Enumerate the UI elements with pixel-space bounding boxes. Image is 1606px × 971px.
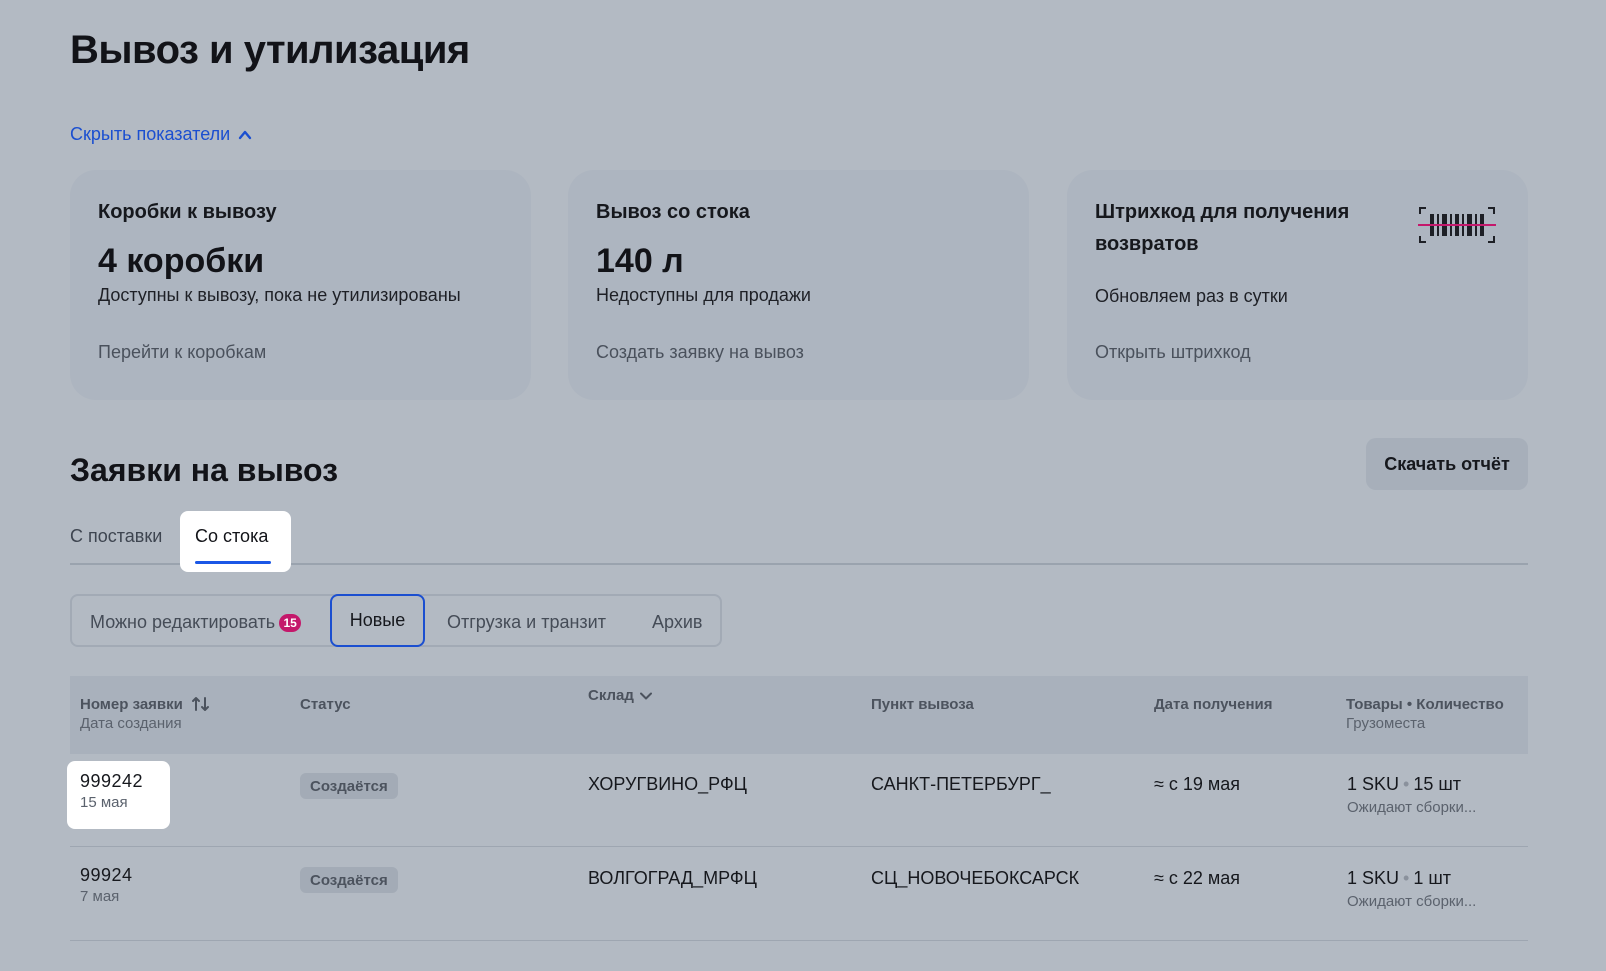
places-status: Ожидают сборки... <box>1347 799 1477 816</box>
created-date: 15 мая <box>80 794 128 811</box>
table-row[interactable]: 999242 15 мая Создаётся ХОРУГВИНО_РФЦ СА… <box>67 754 1528 847</box>
filter-editable[interactable]: Можно редактировать 15 <box>90 612 302 633</box>
filter-editable-label: Можно редактировать <box>90 612 276 632</box>
chevron-down-icon <box>639 692 652 699</box>
filter-new[interactable]: Новые <box>330 594 425 647</box>
column-places-label: Грузоместа <box>1346 715 1426 732</box>
card-stock-removal: Вывоз со стока 140 л Недоступны для прод… <box>568 170 1029 400</box>
created-date: 7 мая <box>80 888 120 905</box>
tab-from-stock[interactable]: Со стока <box>180 511 291 572</box>
hide-metrics-label: Скрыть показатели <box>70 124 231 144</box>
quantity: 15 шт <box>1413 774 1462 794</box>
column-goods: Товары • Количество Грузоместа <box>1346 696 1504 732</box>
receive-date-cell: ≈ с 19 мая <box>1154 774 1241 794</box>
barcode-icon <box>1418 207 1496 243</box>
tab-from-stock-label: Со стока <box>195 526 269 546</box>
separator-dot: • <box>1403 868 1410 888</box>
column-status: Статус <box>300 696 351 713</box>
filter-archive[interactable]: Архив <box>652 612 702 633</box>
status-badge: Создаётся <box>300 867 398 893</box>
card-title: Штрихкод для получения возвратов <box>1095 201 1350 255</box>
request-number: 99924 <box>80 865 133 885</box>
column-created-label: Дата создания <box>80 715 182 732</box>
card-title: Вывоз со стока <box>596 201 750 223</box>
card-description: Недоступны для продажи <box>596 285 811 305</box>
request-number: 999242 <box>80 771 144 791</box>
active-tab-indicator <box>195 561 271 564</box>
column-goods-label: Товары • Количество <box>1346 696 1504 713</box>
filter-shipping-transit[interactable]: Отгрузка и транзит <box>447 612 606 633</box>
table-header: Номер заявки Дата создания Статус Склад … <box>70 676 1528 754</box>
card-title: Коробки к вывозу <box>98 201 277 223</box>
chevron-up-icon <box>238 130 252 139</box>
count-badge: 15 <box>279 613 302 632</box>
create-removal-request-link[interactable]: Создать заявку на вывоз <box>596 342 804 363</box>
requests-title: Заявки на вывоз <box>70 452 339 488</box>
receive-date-cell: ≈ с 22 мая <box>1154 868 1241 888</box>
table-row[interactable]: 99924 7 мая Создаётся ВОЛГОГРАД_МРФЦ СЦ_… <box>70 848 1528 941</box>
column-warehouse[interactable]: Склад <box>588 687 652 704</box>
sku-count: 1 SKU <box>1347 774 1400 794</box>
goods-cell: 1 SKU • 1 шт Ожидают сборки... <box>1347 868 1476 910</box>
places-status: Ожидают сборки... <box>1347 893 1477 910</box>
card-boxes: Коробки к вывозу 4 коробки Доступны к вы… <box>70 170 531 400</box>
status-filter-group: Можно редактировать 15 Новые Отгрузка и … <box>70 594 722 647</box>
warehouse-cell: ХОРУГВИНО_РФЦ <box>588 774 747 794</box>
request-number-cell[interactable]: 99924 7 мая <box>67 855 170 923</box>
open-barcode-link[interactable]: Открыть штрихкод <box>1095 342 1251 363</box>
card-description: Доступны к вывозу, пока не утилизированы <box>98 285 461 305</box>
hide-metrics-link[interactable]: Скрыть показатели <box>70 124 252 145</box>
column-pickup-point: Пункт вывоза <box>871 696 974 713</box>
separator-dot: • <box>1403 774 1410 794</box>
warehouse-cell: ВОЛГОГРАД_МРФЦ <box>588 868 757 888</box>
card-value: 140 л <box>596 242 684 280</box>
download-report-button[interactable]: Скачать отчёт <box>1366 438 1528 490</box>
quantity: 1 шт <box>1413 868 1452 888</box>
pickup-point-cell: СЦ_НОВОЧЕБОКСАРСК <box>871 868 1080 888</box>
tab-from-supply[interactable]: С поставки <box>70 526 162 547</box>
column-receive-date: Дата получения <box>1154 696 1273 713</box>
sort-icon[interactable] <box>191 696 211 712</box>
go-to-boxes-link[interactable]: Перейти к коробкам <box>98 342 266 363</box>
status-badge: Создаётся <box>300 773 398 799</box>
column-number[interactable]: Номер заявки Дата создания <box>80 696 211 732</box>
column-warehouse-label: Склад <box>588 687 634 704</box>
goods-cell: 1 SKU • 15 шт Ожидают сборки... <box>1347 774 1476 816</box>
pickup-point-cell: САНКТ-ПЕТЕРБУРГ_ <box>871 774 1051 794</box>
card-value: 4 коробки <box>98 242 265 280</box>
card-barcode: Штрихкод для получения возвратов Обновля… <box>1067 170 1528 400</box>
page-title: Вывоз и утилизация <box>70 28 470 72</box>
column-number-label: Номер заявки <box>80 696 183 713</box>
sku-count: 1 SKU <box>1347 868 1400 888</box>
card-description: Обновляем раз в сутки <box>1095 286 1288 306</box>
request-number-cell[interactable]: 999242 15 мая <box>67 761 170 829</box>
